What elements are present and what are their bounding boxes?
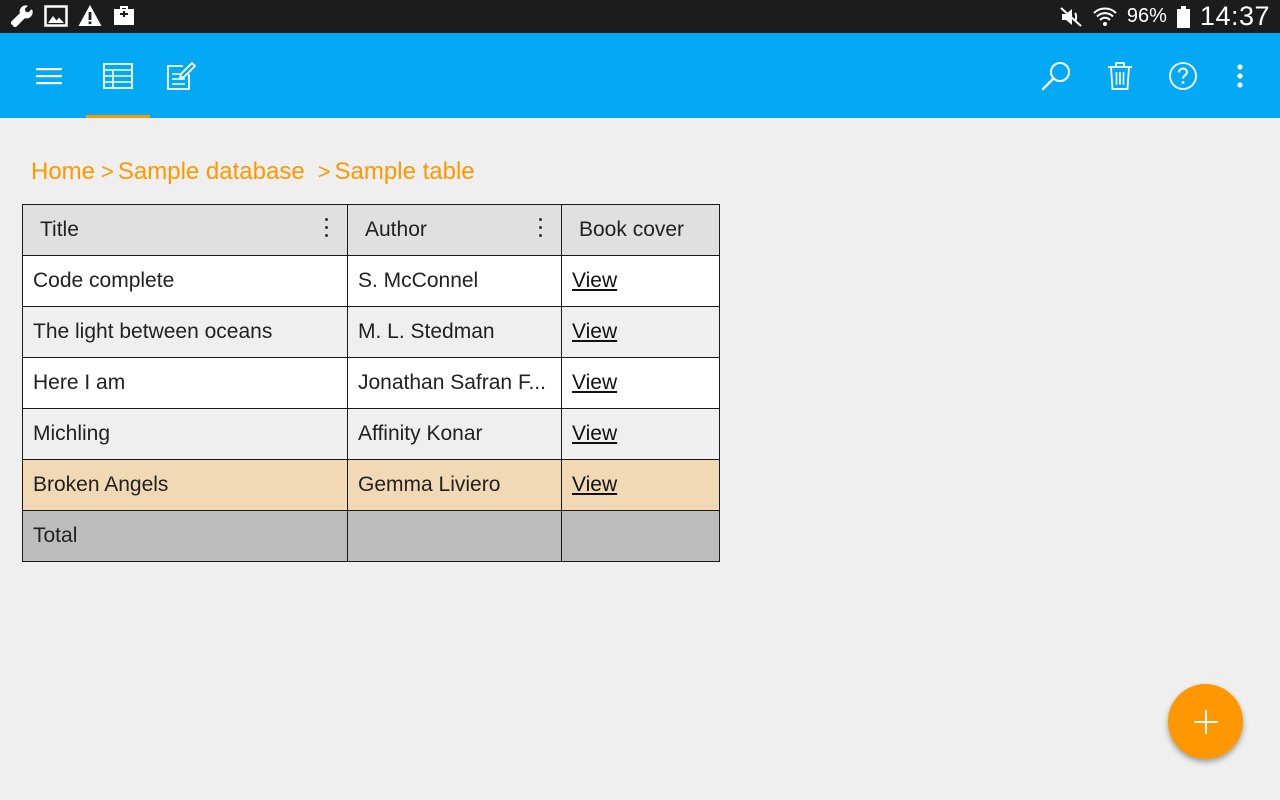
search-icon [1041, 61, 1070, 90]
total-label: Total [22, 510, 348, 562]
breadcrumb: Home > Sample database > Sample table [31, 156, 475, 188]
warning-icon [78, 5, 102, 26]
edit-form-icon [167, 61, 196, 90]
app-toolbar [0, 33, 1280, 118]
data-table: Title Author Book cover Code complete S.… [22, 204, 720, 562]
status-notification-icons [10, 4, 136, 28]
column-header-label: Author [365, 218, 427, 241]
cell-book-cover: View [561, 306, 720, 358]
table-row[interactable]: Code complete S. McConnel View [22, 255, 720, 307]
breadcrumb-table[interactable]: Sample table [335, 158, 475, 186]
table-icon [103, 62, 133, 89]
hamburger-icon [36, 67, 62, 84]
cell-book-cover: View [561, 459, 720, 511]
cell-title[interactable]: The light between oceans [22, 306, 348, 358]
battery-icon [1176, 5, 1190, 28]
view-link[interactable]: View [572, 473, 617, 496]
total-cover-cell [561, 510, 720, 562]
battery-percent: 96% [1126, 5, 1167, 27]
column-header-book-cover[interactable]: Book cover [561, 204, 720, 256]
cell-author[interactable]: M. L. Stedman [347, 306, 562, 358]
cell-title[interactable]: Michling [22, 408, 348, 460]
cell-author[interactable]: Gemma Liviero [347, 459, 562, 511]
breadcrumb-separator: > [101, 159, 114, 184]
column-header-label: Book cover [579, 218, 685, 241]
tab-edit-form[interactable] [152, 33, 210, 118]
clock: 14:37 [1199, 1, 1270, 31]
help-button[interactable] [1158, 33, 1208, 118]
table-row[interactable]: The light between oceans M. L. Stedman V… [22, 306, 720, 358]
column-header-title[interactable]: Title [22, 204, 348, 256]
column-header-label: Title [40, 218, 79, 241]
cell-title[interactable]: Code complete [22, 255, 348, 307]
breadcrumb-database[interactable]: Sample database [118, 158, 305, 186]
table-total-row: Total [22, 510, 720, 562]
view-link[interactable]: View [572, 320, 617, 343]
wifi-icon [1093, 7, 1117, 26]
view-link[interactable]: View [572, 269, 617, 292]
status-bar: 96% 14:37 [0, 0, 1280, 33]
tab-table-view[interactable] [86, 33, 150, 118]
status-system-icons: 96% 14:37 [1059, 0, 1270, 33]
help-icon [1169, 61, 1197, 90]
table-header-row: Title Author Book cover [22, 204, 720, 256]
active-tab-indicator [86, 115, 150, 118]
briefcase-icon [114, 6, 134, 25]
cell-book-cover: View [561, 255, 720, 307]
cell-author[interactable]: Jonathan Safran F... [347, 357, 562, 409]
cell-book-cover: View [561, 408, 720, 460]
delete-button[interactable] [1095, 33, 1145, 118]
overflow-menu-button[interactable] [1222, 33, 1258, 118]
more-vert-icon [1237, 63, 1243, 88]
column-menu-icon[interactable] [323, 218, 329, 244]
image-icon [44, 5, 68, 27]
plus-icon [1193, 709, 1218, 734]
cell-author[interactable]: S. McConnel [347, 255, 562, 307]
view-link[interactable]: View [572, 422, 617, 445]
cell-title[interactable]: Broken Angels [22, 459, 348, 511]
search-button[interactable] [1030, 33, 1082, 118]
table-row-selected[interactable]: Broken Angels Gemma Liviero View [22, 459, 720, 511]
cell-book-cover: View [561, 357, 720, 409]
table-row[interactable]: Michling Affinity Konar View [22, 408, 720, 460]
column-menu-icon[interactable] [537, 218, 543, 244]
breadcrumb-home[interactable]: Home [31, 158, 95, 186]
column-header-author[interactable]: Author [347, 204, 562, 256]
total-author-cell [347, 510, 562, 562]
trash-icon [1108, 61, 1132, 90]
view-link[interactable]: View [572, 371, 617, 394]
menu-button[interactable] [24, 33, 74, 118]
cell-author[interactable]: Affinity Konar [347, 408, 562, 460]
add-record-button[interactable] [1168, 684, 1243, 759]
mute-icon [1060, 6, 1082, 27]
breadcrumb-separator: > [317, 159, 331, 184]
table-row[interactable]: Here I am Jonathan Safran F... View [22, 357, 720, 409]
wrench-icon [10, 5, 33, 28]
cell-title[interactable]: Here I am [22, 357, 348, 409]
